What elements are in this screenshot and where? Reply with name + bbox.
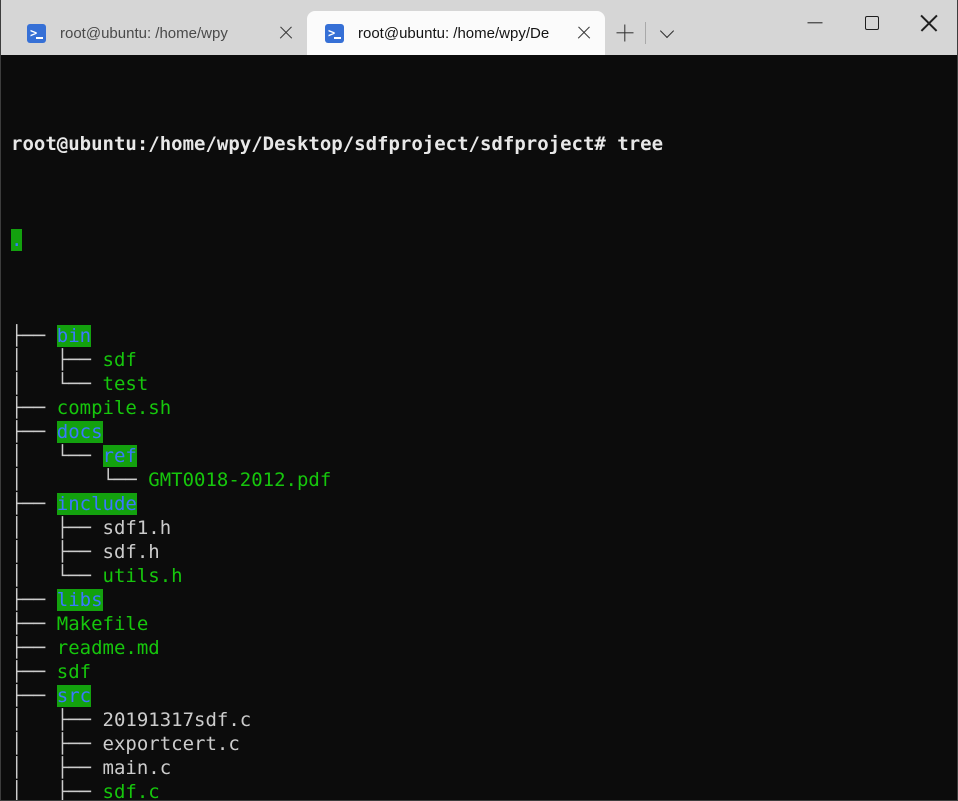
tree-row: │ ├── sdf [11, 348, 957, 372]
tree-row: │ ├── main.c [11, 756, 957, 780]
tree-file-name: 20191317sdf.c [102, 709, 252, 731]
tree-directory-name: libs [56, 589, 103, 611]
tree-branch: │ ├── [11, 781, 103, 800]
tree-directory-name: include [56, 493, 137, 515]
terminal-window: root@ubuntu: /home/wpy root@ubuntu: /hom… [0, 0, 958, 801]
tree-branch: │ ├── [11, 757, 103, 779]
tree-branch: ├── [11, 325, 57, 347]
tree-branch: │ ├── [11, 541, 103, 563]
tree-branch: │ └── [11, 565, 103, 587]
tree-row: ├── readme.md [11, 636, 957, 660]
tree-branch: ├── [11, 661, 57, 683]
tree-row: │ └── ref [11, 444, 957, 468]
tree-file-name: sdf.c [102, 781, 160, 800]
tree-directory-name: ref [102, 445, 137, 467]
tab-title: root@ubuntu: /home/wpy [60, 24, 228, 42]
tree-directory-name: docs [56, 421, 103, 443]
tree-row: │ └── GMT0018-2012.pdf [11, 468, 957, 492]
tree-branch: ├── [11, 637, 57, 659]
tree-listing: ├── bin │ ├── sdf │ └── test ├── compile.sh… [11, 324, 957, 800]
tree-row: │ ├── sdf.h [11, 540, 957, 564]
tree-file-name: main.c [102, 757, 172, 779]
tree-row: │ ├── sdf1.h [11, 516, 957, 540]
tree-row: ├── sdf [11, 660, 957, 684]
tab-root-home-wpy-de[interactable]: root@ubuntu: /home/wpy/De [307, 11, 605, 55]
tree-root-entry: . [11, 228, 957, 252]
tree-branch: │ └── [11, 445, 103, 467]
tree-row: ├── docs [11, 420, 957, 444]
tree-file-name: utils.h [102, 565, 183, 587]
window-controls [786, 0, 957, 55]
tree-file-name: exportcert.c [102, 733, 240, 755]
tree-row: ├── libs [11, 588, 957, 612]
tree-row: ├── bin [11, 324, 957, 348]
tab-root-home-wpy[interactable]: root@ubuntu: /home/wpy [9, 11, 307, 55]
tree-branch: ├── [11, 421, 57, 443]
new-tab-button[interactable] [605, 11, 645, 55]
close-icon[interactable] [271, 18, 301, 48]
tree-row: ├── include [11, 492, 957, 516]
tree-row: │ └── test [11, 372, 957, 396]
close-window-button[interactable] [900, 0, 957, 46]
command-text: tree [617, 133, 664, 155]
tab-title: root@ubuntu: /home/wpy/De [358, 24, 550, 42]
tree-file-name: test [102, 373, 149, 395]
tree-directory-name: bin [56, 325, 92, 347]
tree-file-name: sdf.h [102, 541, 160, 563]
tree-branch: │ ├── [11, 709, 103, 731]
tree-branch: ├── [11, 589, 57, 611]
title-bar: root@ubuntu: /home/wpy root@ubuntu: /hom… [1, 0, 957, 55]
tree-row: │ └── utils.h [11, 564, 957, 588]
tree-branch: │ ├── [11, 517, 103, 539]
command-line: root@ubuntu:/home/wpy/Desktop/sdfproject… [11, 132, 957, 156]
tree-branch: │ ├── [11, 349, 103, 371]
tree-row: ├── src [11, 684, 957, 708]
tree-branch: ├── [11, 397, 57, 419]
tab-strip: root@ubuntu: /home/wpy root@ubuntu: /hom… [1, 0, 688, 55]
tree-directory-name: src [56, 685, 92, 707]
maximize-button[interactable] [843, 0, 900, 46]
tree-file-name: Makefile [56, 613, 149, 635]
tree-row: ├── Makefile [11, 612, 957, 636]
terminal-output[interactable]: root@ubuntu:/home/wpy/Desktop/sdfproject… [1, 55, 957, 800]
tree-branch: │ └── [11, 469, 149, 491]
tree-file-name: GMT0018-2012.pdf [148, 469, 332, 491]
tree-file-name: sdf [56, 661, 92, 683]
tree-file-name: compile.sh [56, 397, 172, 419]
powershell-icon [27, 23, 46, 43]
tree-row: ├── compile.sh [11, 396, 957, 420]
tree-branch: │ ├── [11, 733, 103, 755]
minimize-button[interactable] [786, 0, 843, 46]
tree-branch: ├── [11, 613, 57, 635]
prompt-text: root@ubuntu:/home/wpy/Desktop/sdfproject… [11, 133, 618, 155]
tree-row: │ ├── 20191317sdf.c [11, 708, 957, 732]
tree-branch: │ └── [11, 373, 103, 395]
tree-branch: ├── [11, 685, 57, 707]
tree-file-name: sdf1.h [102, 517, 172, 539]
chevron-down-icon[interactable] [646, 11, 688, 55]
tree-file-name: readme.md [56, 637, 160, 659]
root-dir-name: . [11, 229, 23, 251]
close-icon[interactable] [569, 18, 599, 48]
tree-row: │ ├── exportcert.c [11, 732, 957, 756]
tree-row: │ ├── sdf.c [11, 780, 957, 800]
tree-file-name: sdf [102, 349, 137, 371]
tree-branch: ├── [11, 493, 57, 515]
powershell-icon [325, 23, 344, 43]
